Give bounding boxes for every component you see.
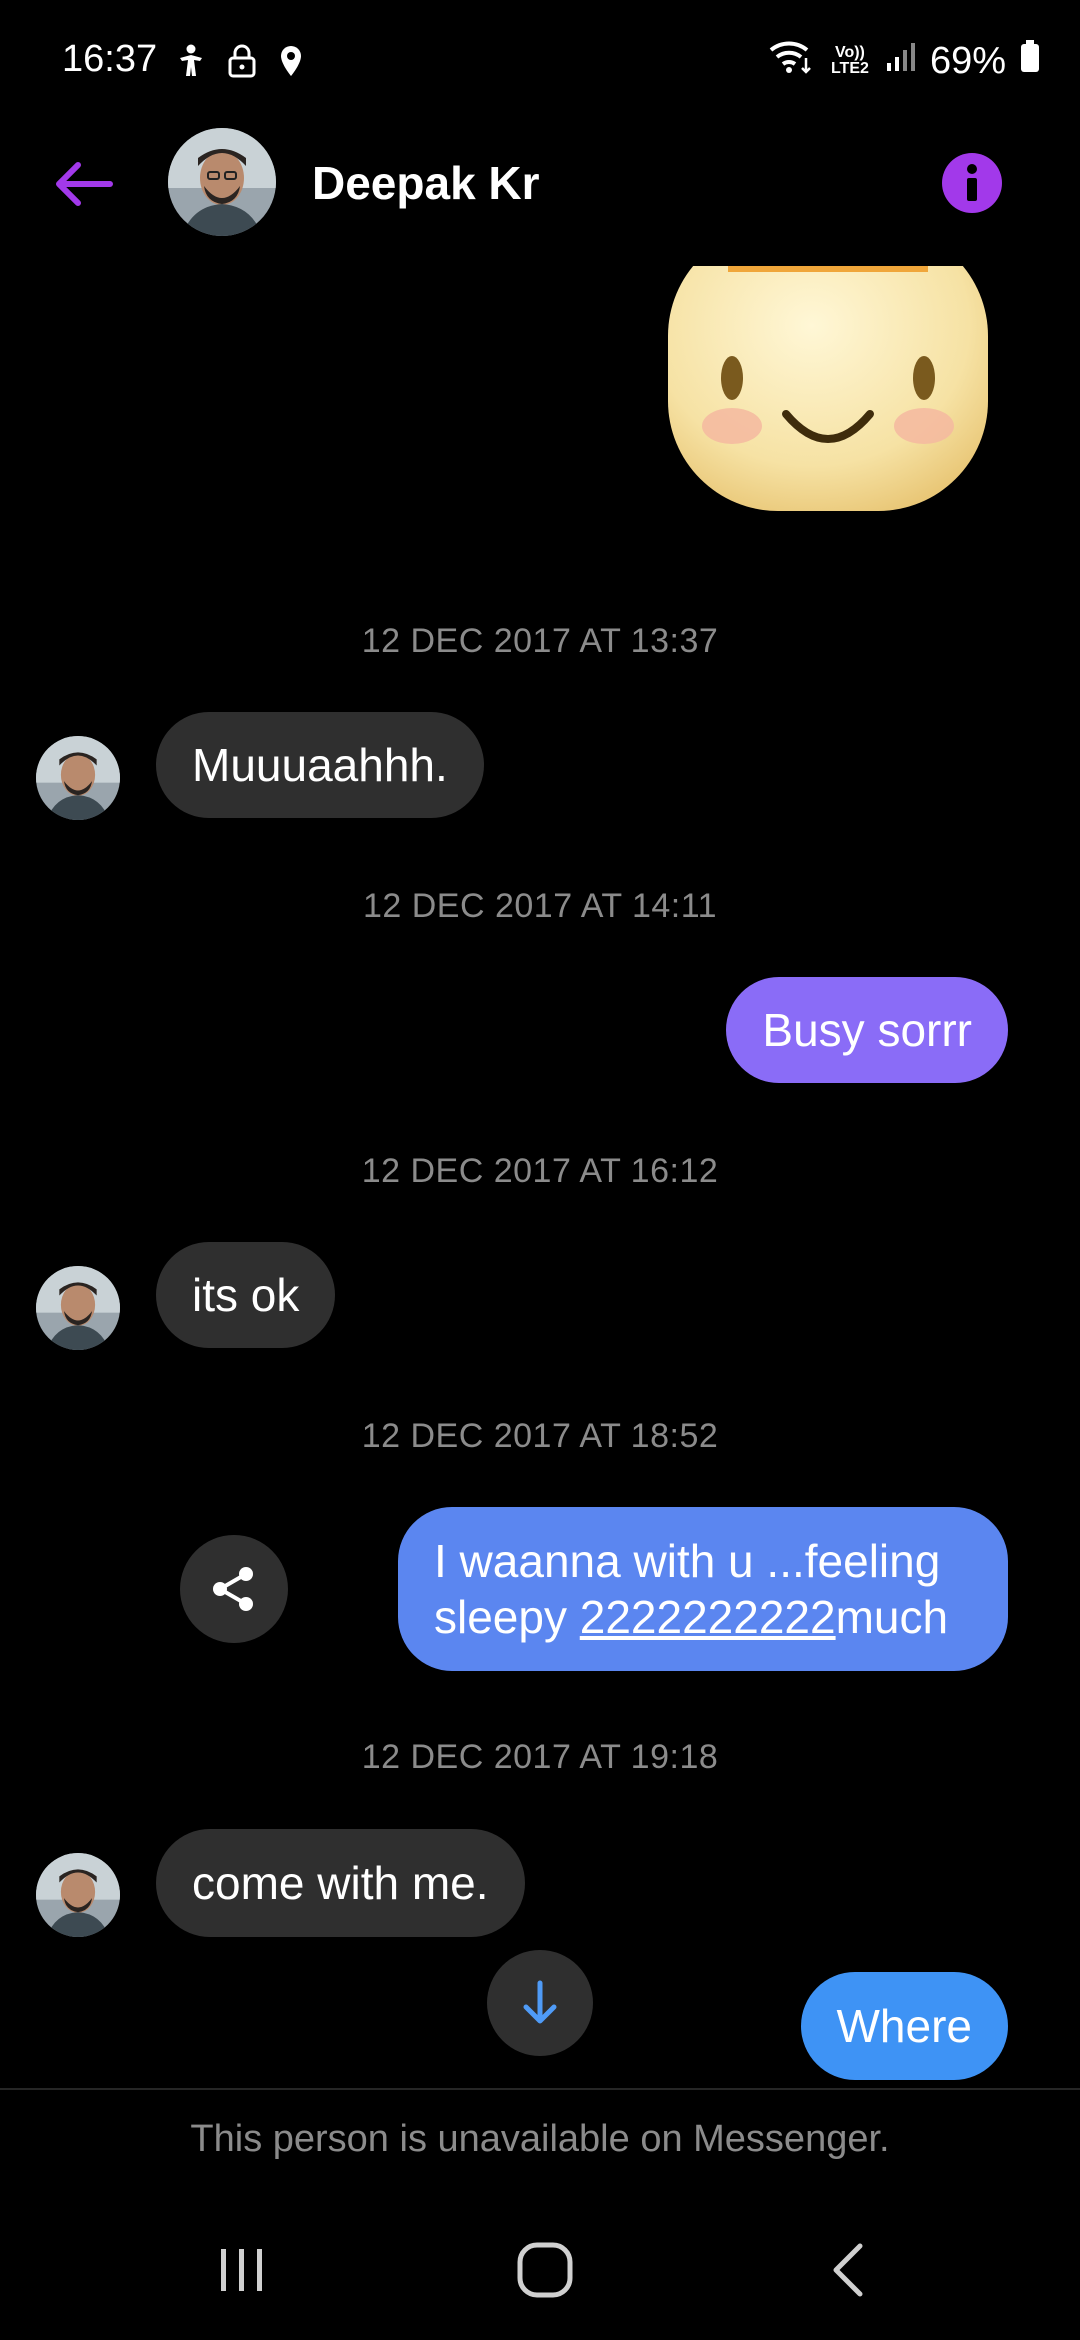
arrow-down-icon	[523, 1980, 557, 2024]
phone-link[interactable]: 2222222222	[580, 1591, 836, 1643]
scroll-to-bottom-button[interactable]	[487, 1950, 593, 2056]
battery-icon	[1020, 39, 1040, 83]
volte-icon: Vo)) LTE2	[830, 44, 869, 77]
message-timestamp: 12 DEC 2017 AT 18:52	[361, 1417, 719, 1455]
home-button[interactable]	[485, 2230, 605, 2310]
back-button[interactable]	[52, 152, 116, 216]
info-icon	[967, 164, 977, 201]
message-timestamp: 12 DEC 2017 AT 14:11	[362, 887, 718, 925]
footer-divider	[0, 2088, 1080, 2090]
share-button[interactable]	[180, 1535, 288, 1643]
unavailable-notice: This person is unavailable on Messenger.	[190, 2118, 890, 2160]
message-timestamp: 12 DEC 2017 AT 16:12	[361, 1152, 719, 1190]
incoming-message[interactable]: its ok	[156, 1242, 336, 1348]
outgoing-message[interactable]: I waanna with u ...feeling sleepy 222222…	[398, 1507, 1008, 1671]
status-icons-right: Vo)) LTE2 69%	[768, 38, 1040, 84]
status-icons-left	[176, 44, 304, 83]
message-text: much	[835, 1591, 949, 1643]
contact-avatar[interactable]	[168, 128, 276, 236]
sender-avatar[interactable]	[36, 736, 120, 820]
wifi-icon	[768, 38, 814, 84]
home-icon	[517, 2242, 573, 2298]
smiling-face-sticker[interactable]	[668, 226, 988, 516]
sender-avatar[interactable]	[36, 1266, 120, 1350]
message-text: sleepy	[434, 1591, 580, 1643]
incoming-message[interactable]: come with me.	[156, 1829, 525, 1937]
message-line: I waanna with u ...feeling	[434, 1535, 941, 1587]
lock-icon	[228, 44, 256, 83]
message-line: sleepy 2222222222much	[434, 1589, 948, 1645]
battery-text: 69%	[929, 39, 1006, 82]
contact-name[interactable]: Deepak Kr	[312, 156, 540, 210]
back-icon	[833, 2243, 863, 2297]
signal-icon	[886, 40, 916, 83]
outgoing-message[interactable]: Busy sorrr	[726, 977, 1008, 1083]
system-back-button[interactable]	[788, 2230, 908, 2310]
message-timestamp: 12 DEC 2017 AT 19:18	[361, 1738, 719, 1776]
recents-button[interactable]	[182, 2230, 302, 2310]
outgoing-message[interactable]: Where	[800, 1972, 1008, 2080]
info-button[interactable]	[942, 153, 1002, 213]
back-arrow-icon	[56, 162, 113, 206]
share-icon	[213, 1567, 253, 1611]
incoming-message[interactable]: Muuuaahhh.	[156, 712, 484, 818]
recents-icon	[221, 2249, 262, 2291]
location-icon	[278, 44, 304, 83]
sender-avatar[interactable]	[36, 1853, 120, 1937]
accessibility-icon	[176, 44, 206, 83]
message-timestamp: 12 DEC 2017 AT 13:37	[361, 622, 719, 660]
status-time: 16:37	[62, 38, 158, 80]
